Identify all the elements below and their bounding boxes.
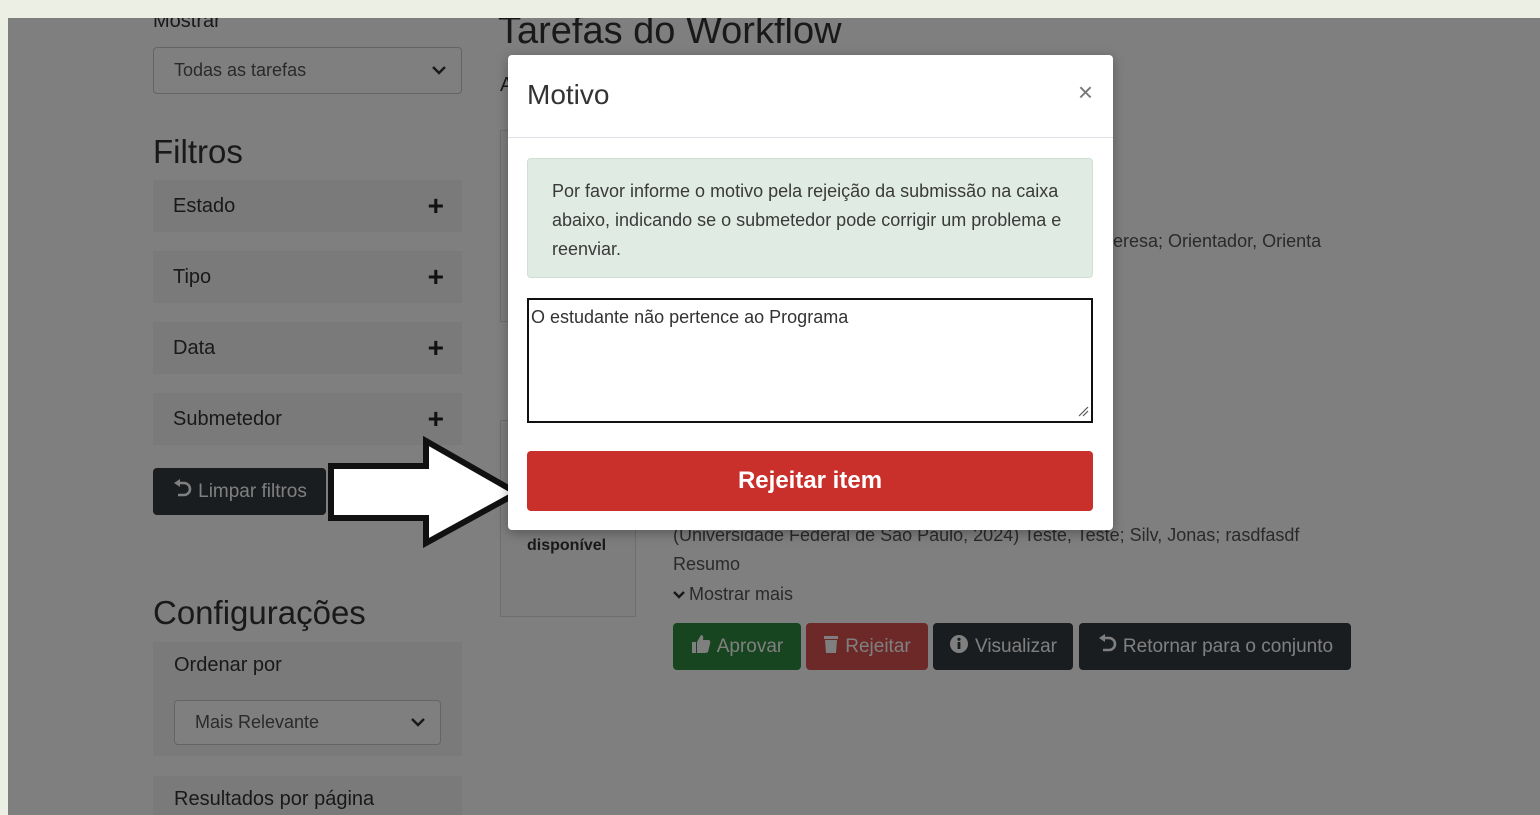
modal-title: Motivo xyxy=(527,79,610,110)
resize-grip-icon[interactable] xyxy=(1077,404,1089,422)
screenshot-frame: Mostrar Todas as tarefas Filtros Estado … xyxy=(0,0,1540,815)
reject-item-button[interactable]: Rejeitar item xyxy=(527,451,1093,511)
modal-header: Motivo × xyxy=(508,55,1113,138)
arrow-annotation-icon xyxy=(326,435,524,553)
reason-modal: Motivo × Por favor informe o motivo pela… xyxy=(508,55,1113,530)
close-icon[interactable]: × xyxy=(1078,77,1093,108)
reason-textarea[interactable]: O estudante não pertence ao Programa xyxy=(527,298,1093,423)
info-alert: Por favor informe o motivo pela rejeição… xyxy=(527,158,1093,278)
